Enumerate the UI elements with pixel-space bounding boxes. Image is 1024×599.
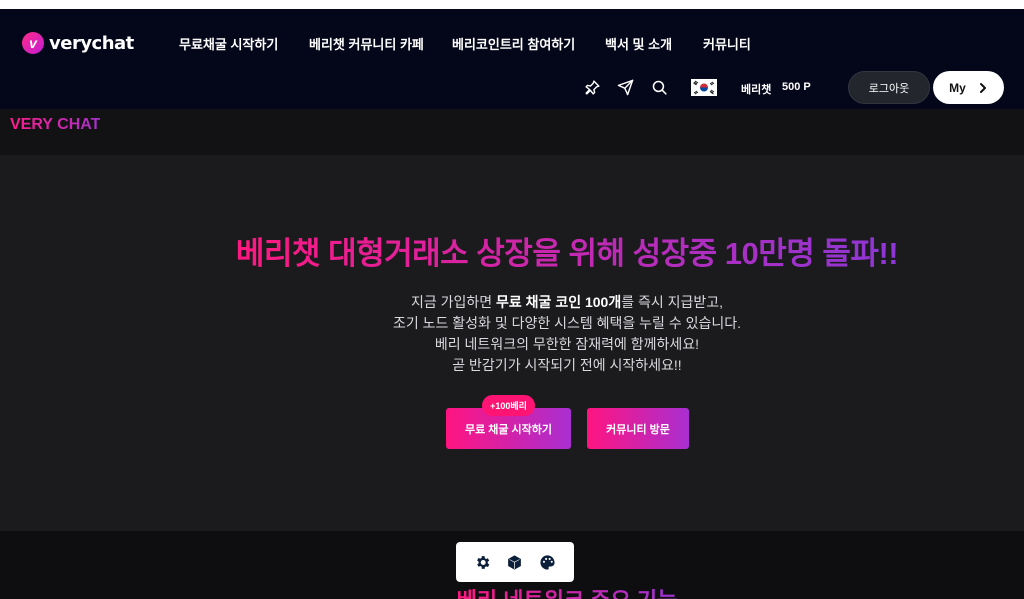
hero-desc-line4: 곧 반감기가 시작되기 전에 시작하세요!! bbox=[452, 357, 682, 373]
send-icon[interactable] bbox=[615, 77, 635, 97]
my-page-button[interactable]: My bbox=[933, 71, 1004, 104]
nav-item-whitepaper[interactable]: 백서 및 소개 bbox=[605, 34, 672, 53]
hero-section: 베리챗 대형거래소 상장을 위해 성장중 10만명 돌파!! 지금 가입하면 무… bbox=[0, 155, 1024, 531]
hero-title-text: 베리챗 대형거래소 상장을 위해 성장중 10만명 돌파!! bbox=[235, 236, 899, 271]
logo-text: verychat bbox=[49, 32, 134, 54]
chevron-right-icon bbox=[979, 82, 986, 93]
points-label: 베리챗 bbox=[741, 84, 772, 96]
bonus-badge: +100베리 bbox=[482, 395, 535, 416]
features-title: 베리 네트워크 주요 기능 bbox=[0, 583, 1024, 599]
hero-desc-line1: 지금 가입하면 무료 채굴 코인 100개를 즉시 지급받고, bbox=[0, 292, 1024, 313]
hero-title: 베리챗 대형거래소 상장을 위해 성장중 10만명 돌파!! bbox=[0, 228, 1024, 273]
hero-desc-line3: 베리 네트워크의 무한한 잠재력에 함께하세요! bbox=[434, 336, 700, 352]
browser-top-strip bbox=[0, 0, 1024, 9]
my-label: My bbox=[949, 80, 966, 95]
section-header: VERY CHAT bbox=[0, 109, 1024, 155]
hero-desc-highlight: 무료 채굴 코인 100개 bbox=[496, 294, 622, 310]
features-title-text: 베리 네트워크 주요 기능 bbox=[457, 588, 678, 599]
nav-item-free-mining[interactable]: 무료채굴 시작하기 bbox=[179, 34, 278, 53]
floating-toolbar bbox=[456, 542, 574, 582]
nav-item-community[interactable]: 커뮤니티 bbox=[703, 34, 751, 53]
hero-description: 지금 가입하면 무료 채굴 코인 100개를 즉시 지급받고, 조기 노드 활성… bbox=[0, 292, 1024, 376]
visit-community-button[interactable]: 커뮤니티 방문 bbox=[587, 408, 689, 449]
hero-desc-line2: 조기 노드 활성화 및 다양한 시스템 혜택을 누릴 수 있습니다. bbox=[392, 315, 741, 331]
site-header: v verychat 무료채굴 시작하기 베리챗 커뮤니티 카페 베리코인트리 … bbox=[0, 9, 1024, 109]
cube-icon[interactable] bbox=[505, 552, 525, 572]
hero-desc-line1-post: 를 즉시 지급받고, bbox=[621, 294, 724, 310]
korea-flag-icon[interactable] bbox=[691, 79, 717, 96]
search-icon[interactable] bbox=[649, 77, 669, 97]
logo-mark-icon: v bbox=[22, 32, 44, 54]
gear-icon[interactable] bbox=[472, 552, 492, 572]
section-title: VERY CHAT bbox=[10, 116, 101, 133]
palette-icon[interactable] bbox=[538, 552, 558, 572]
logout-button[interactable]: 로그아웃 bbox=[848, 71, 930, 104]
points-value: 500 P bbox=[782, 81, 811, 93]
nav-item-cointree[interactable]: 베리코인트리 참여하기 bbox=[452, 34, 575, 53]
nav-item-community-cafe[interactable]: 베리챗 커뮤니티 카페 bbox=[309, 34, 424, 53]
pin-icon[interactable] bbox=[582, 77, 602, 97]
brand-logo[interactable]: v verychat bbox=[22, 31, 134, 55]
hero-desc-line1-pre: 지금 가입하면 bbox=[410, 294, 497, 310]
